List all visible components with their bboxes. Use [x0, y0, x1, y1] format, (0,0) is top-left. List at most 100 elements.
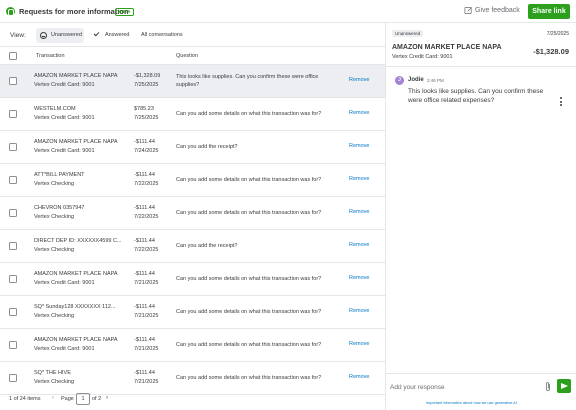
remove-button[interactable]: Remove: [349, 143, 369, 149]
transaction-name: CHEVRON 0357947: [34, 205, 85, 211]
transaction-name: SQ* Sunday128 XXXXXXX 112...: [34, 304, 116, 310]
row-checkbox[interactable]: [9, 308, 17, 316]
table-row[interactable]: CHEVRON 0357947 Vertex Checking -$111.44 7/…: [0, 197, 385, 230]
check-icon: [93, 30, 100, 37]
remove-button[interactable]: Remove: [349, 209, 369, 215]
view-option-unanswered-label[interactable]: Unanswered: [51, 32, 82, 38]
remove-button[interactable]: Remove: [349, 374, 369, 380]
row-checkbox[interactable]: [9, 242, 17, 250]
circle-check-icon: [40, 32, 47, 39]
table-row[interactable]: AMAZON MARKET PLACE NAPA Vertex Credit Ca…: [0, 329, 385, 362]
transaction-amount: -$111.44: [134, 337, 155, 343]
remove-button[interactable]: Remove: [349, 341, 369, 347]
page-title: Requests for more information: [19, 7, 129, 16]
row-checkbox[interactable]: [9, 341, 17, 349]
transaction-account: Vertex Credit Card: 9001: [34, 346, 95, 352]
app-header: Requests for more information BETA Give …: [0, 0, 576, 23]
conversation-panel: Unanswered 7/25/2025 AMAZON MARKET PLACE…: [385, 23, 576, 410]
ai-info-link[interactable]: Important information about how we use g…: [426, 401, 517, 405]
transaction-amount: -$111.44: [134, 238, 155, 244]
transaction-amount: $785.23: [134, 106, 154, 112]
chevron-left-icon[interactable]: ‹: [52, 395, 54, 401]
question-text: Can you add the receipt?: [176, 144, 238, 150]
transaction-account: Vertex Checking: [34, 181, 75, 187]
view-option-all-conversations[interactable]: All conversations: [141, 32, 183, 38]
transaction-name: ATT*BILL PAYMENT: [34, 172, 85, 178]
column-header-question[interactable]: Question: [176, 53, 198, 59]
transaction-name: SQ* THE HIVE: [34, 370, 71, 376]
transaction-name: AMAZON MARKET PLACE NAPA: [34, 271, 118, 277]
transaction-date: 7/21/2025: [134, 379, 159, 385]
give-feedback-link[interactable]: Give feedback: [475, 7, 520, 14]
remove-button[interactable]: Remove: [349, 176, 369, 182]
remove-button[interactable]: Remove: [349, 110, 369, 116]
select-all-checkbox[interactable]: [9, 52, 17, 60]
reply-composer: [386, 373, 576, 399]
question-text: Can you add some details on what this tr…: [176, 375, 322, 381]
table-row[interactable]: SQ* Sunday128 XXXXXXX 112... Vertex Check…: [0, 296, 385, 329]
question-text: Can you add some details on what this tr…: [176, 111, 322, 117]
remove-button[interactable]: Remove: [349, 242, 369, 248]
message-author: Jodie: [408, 77, 424, 83]
row-checkbox[interactable]: [9, 143, 17, 151]
row-checkbox[interactable]: [9, 110, 17, 118]
page-number-input[interactable]: 1: [76, 393, 90, 405]
send-button[interactable]: [557, 379, 571, 393]
transaction-amount: -$1,328.09: [134, 73, 161, 79]
detail-date: 7/25/2025: [546, 31, 569, 37]
table-row[interactable]: ATT*BILL PAYMENT Vertex Checking -$111.44 7…: [0, 164, 385, 197]
remove-button[interactable]: Remove: [349, 275, 369, 281]
transaction-amount: -$111.44: [134, 271, 155, 277]
view-label: View:: [10, 32, 26, 39]
transaction-date: 7/21/2025: [134, 346, 159, 352]
avatar: J: [395, 76, 404, 85]
pagination: 1 of 24 items ‹ Page 1 of 2 ›: [0, 391, 385, 410]
transaction-amount: -$111.44: [134, 205, 155, 211]
transaction-name: AMAZON MARKET PLACE NAPA: [34, 139, 118, 145]
row-checkbox[interactable]: [9, 77, 17, 85]
transaction-name: AMAZON MARKET PLACE NAPA: [34, 337, 118, 343]
paperclip-icon[interactable]: [544, 381, 552, 392]
transaction-amount: -$111.44: [134, 370, 155, 376]
transaction-account: Vertex Credit Card: 9001: [34, 148, 95, 154]
table-row[interactable]: AMAZON MARKET PLACE NAPA Vertex Credit Ca…: [0, 263, 385, 296]
remove-button[interactable]: Remove: [349, 308, 369, 314]
transaction-date: 7/25/2025: [134, 115, 159, 121]
table-row[interactable]: AMAZON MARKET PLACE NAPA Vertex Credit Ca…: [0, 65, 385, 98]
message-text: This looks like supplies. Can you confir…: [408, 88, 544, 104]
chevron-right-icon[interactable]: ›: [106, 395, 108, 401]
transaction-date: 7/22/2025: [134, 247, 159, 253]
row-checkbox[interactable]: [9, 275, 17, 283]
transaction-account: Vertex Credit Card: 9001: [34, 280, 95, 286]
transaction-name: DIRECT DEP ID: XXXXXX4599 C...: [34, 238, 122, 244]
column-header-transaction[interactable]: Transaction: [36, 53, 65, 59]
feedback-icon[interactable]: [464, 6, 473, 15]
row-checkbox[interactable]: [9, 176, 17, 184]
page-total: of 2: [92, 396, 102, 402]
item-count: 1 of 24 items: [9, 396, 41, 402]
view-option-answered[interactable]: Answered: [105, 32, 129, 38]
table-row[interactable]: DIRECT DEP ID: XXXXXX4599 C... Vertex Che…: [0, 230, 385, 263]
transaction-name: AMAZON MARKET PLACE NAPA: [34, 73, 118, 79]
table-header: Transaction Question: [0, 46, 385, 65]
table-row[interactable]: WESTELM.COM Vertex Credit Card: 9001 $785.…: [0, 98, 385, 131]
question-text: Can you add some details on what this tr…: [176, 309, 322, 315]
detail-transaction-name: AMAZON MARKET PLACE NAPA: [392, 44, 502, 51]
status-badge: Unanswered: [392, 30, 424, 37]
question-text: Can you add some details on what this tr…: [176, 210, 322, 216]
table-row[interactable]: AMAZON MARKET PLACE NAPA Vertex Credit Ca…: [0, 131, 385, 164]
transaction-date: 7/21/2025: [134, 280, 159, 286]
view-filter-bar: View: Unanswered Answered All conversati…: [0, 24, 385, 46]
message-time: 2:46 PM: [427, 78, 444, 83]
share-link-button[interactable]: Share link: [528, 4, 570, 19]
question-text: Can you add the receipt?: [176, 243, 238, 249]
transaction-amount: -$111.44: [134, 139, 155, 145]
transaction-date: 7/24/2025: [134, 148, 159, 154]
kebab-menu-icon[interactable]: [560, 97, 562, 106]
transaction-date: 7/25/2025: [134, 82, 159, 88]
row-checkbox[interactable]: [9, 209, 17, 217]
remove-button[interactable]: Remove: [349, 77, 369, 83]
row-checkbox[interactable]: [9, 374, 17, 382]
reply-input[interactable]: [390, 379, 540, 395]
transaction-name: WESTELM.COM: [34, 106, 76, 112]
